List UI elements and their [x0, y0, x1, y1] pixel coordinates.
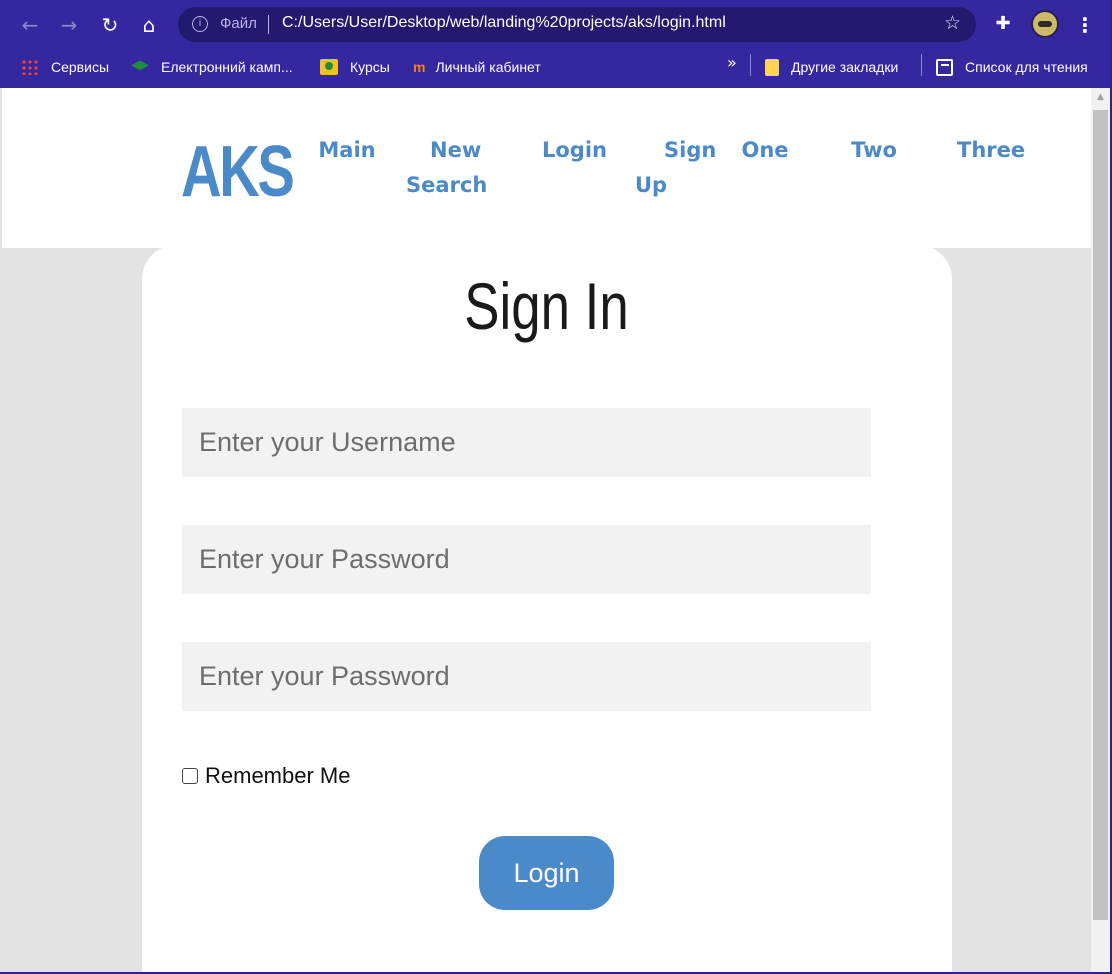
reload-icon[interactable]: ↻ — [97, 12, 123, 38]
kebab-menu-icon[interactable]: ⋮ — [1075, 12, 1095, 38]
password-input[interactable] — [182, 525, 871, 594]
nav-main[interactable]: Main — [318, 133, 376, 168]
nav-one[interactable]: One — [740, 133, 790, 168]
bookmark-divider — [921, 54, 922, 76]
nav-new-search[interactable]: New Search — [400, 133, 490, 203]
address-bar[interactable]: i Файл C:/Users/User/Desktop/web/landing… — [178, 7, 976, 42]
nav-login[interactable]: Login — [542, 133, 607, 168]
login-button[interactable]: Login — [479, 836, 614, 910]
nav-new-search-line2: Search — [406, 173, 488, 197]
profile-avatar[interactable] — [1031, 10, 1059, 38]
moodle-icon: m — [413, 59, 426, 75]
bookmark-services[interactable]: Сервисы — [21, 56, 109, 78]
remember-me-label[interactable]: Remember Me — [205, 763, 350, 789]
page-title: Sign In — [464, 269, 629, 343]
bookmark-label: Личный кабинет — [435, 59, 541, 75]
address-divider — [268, 15, 269, 34]
username-input[interactable] — [182, 408, 871, 477]
confirm-password-input[interactable] — [182, 642, 871, 711]
nav-sign-up-line2: Up — [635, 173, 668, 197]
page-viewport: AKS Main New Search Login Sign Up One Tw… — [2, 88, 1091, 974]
forward-arrow-icon[interactable]: → — [56, 12, 82, 38]
site-logo[interactable]: AKS — [181, 131, 295, 213]
bookmark-label: Електронний камп... — [161, 59, 293, 75]
bookmark-cabinet[interactable]: m Личный кабинет — [413, 56, 541, 78]
bookmark-campus[interactable]: Електронний камп... — [131, 56, 293, 78]
browser-chrome: ← → ↻ ⌂ i Файл C:/Users/User/Desktop/web… — [0, 0, 1112, 88]
bookmark-courses[interactable]: Курсы — [320, 56, 390, 78]
scroll-up-arrow-icon[interactable]: ▲ — [1091, 92, 1110, 106]
bookmark-divider — [750, 54, 751, 76]
nav-three[interactable]: Three — [957, 133, 1025, 168]
nav-new-search-line1: New — [430, 138, 482, 162]
graduation-cap-icon — [131, 60, 149, 71]
bookmarks-bar: Сервисы Електронний камп... Курсы m Личн… — [0, 50, 1112, 84]
bookmark-label: Список для чтения — [965, 59, 1088, 75]
puzzle-extension-icon[interactable]: ✚ — [992, 13, 1014, 35]
back-arrow-icon[interactable]: ← — [17, 12, 43, 38]
home-icon[interactable]: ⌂ — [136, 12, 162, 38]
bookmark-label: Сервисы — [51, 59, 110, 75]
bookmarks-overflow-icon[interactable]: » — [727, 53, 737, 72]
url-scheme-label: Файл — [220, 15, 257, 32]
vertical-scrollbar[interactable]: ▲ — [1091, 88, 1110, 974]
classroom-icon — [320, 59, 338, 75]
bookmark-label: Другие закладки — [791, 59, 899, 75]
remember-me[interactable]: Remember Me — [182, 763, 350, 789]
folder-icon — [765, 58, 779, 76]
bookmark-reading-list[interactable]: Список для чтения — [936, 56, 1088, 78]
info-icon[interactable]: i — [192, 16, 208, 32]
apps-grid-icon — [21, 59, 39, 75]
bookmark-other[interactable]: Другие закладки — [765, 56, 898, 78]
star-icon[interactable]: ☆ — [944, 12, 961, 34]
browser-toolbar: ← → ↻ ⌂ i Файл C:/Users/User/Desktop/web… — [0, 0, 1112, 50]
bookmark-label: Курсы — [350, 59, 390, 75]
reading-list-icon — [936, 58, 953, 76]
remember-me-checkbox[interactable] — [182, 768, 198, 784]
url-text[interactable]: C:/Users/User/Desktop/web/landing%20proj… — [282, 14, 726, 32]
scrollbar-thumb[interactable] — [1093, 110, 1108, 920]
site-header: AKS Main New Search Login Sign Up One Tw… — [2, 88, 1091, 248]
nav-sign-up-line1: Sign — [664, 138, 717, 162]
nav-sign-up[interactable]: Sign Up — [630, 133, 717, 203]
nav-two[interactable]: Two — [849, 133, 899, 168]
